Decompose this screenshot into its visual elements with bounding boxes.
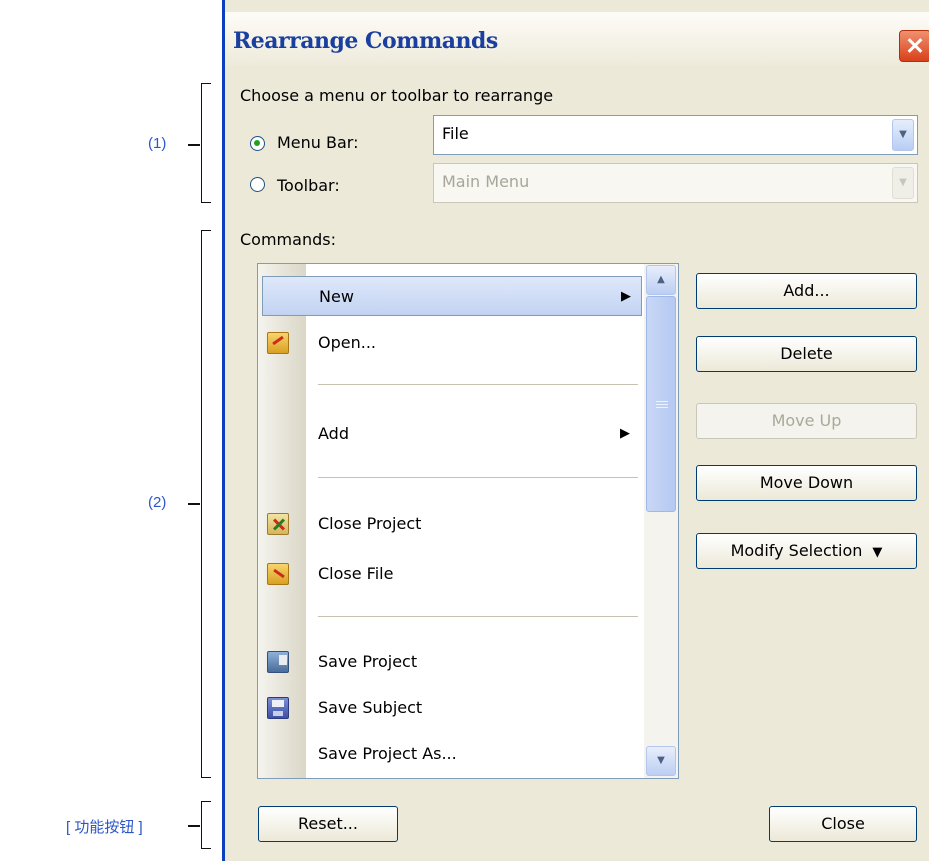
dropdown-arrow-icon: ▼ (872, 545, 883, 560)
list-item[interactable]: Save Subject (258, 688, 642, 728)
chevron-down-icon: ▼ (892, 167, 914, 199)
list-item-label: Close File (318, 564, 394, 583)
list-item-label: Open... (318, 333, 376, 352)
commands-list[interactable]: New ▶ Open... Add ▶ Close Project Close … (257, 263, 679, 779)
scroll-down-icon[interactable]: ▼ (646, 746, 676, 776)
rearrange-commands-dialog: Rearrange Commands Choose a menu or tool… (222, 0, 929, 861)
choose-menu-label: Choose a menu or toolbar to rearrange (240, 86, 554, 105)
list-item-label: Save Subject (318, 698, 423, 717)
separator (318, 616, 638, 617)
commands-scrollbar[interactable]: ▲ ▼ (644, 264, 678, 778)
list-item[interactable]: New ▶ (262, 276, 642, 316)
annotation-bracket-3 (201, 801, 211, 849)
list-item-label: Save Project (318, 652, 418, 671)
modify-selection-label: Modify Selection (730, 541, 863, 560)
move-up-button: Move Up (696, 403, 917, 439)
close-project-icon (267, 513, 289, 535)
toolbar-select-value: Main Menu (442, 172, 530, 191)
list-item-label: New (319, 287, 354, 306)
annotation-section-1: (1) (148, 135, 167, 152)
list-item[interactable]: Close File (258, 554, 642, 594)
separator (318, 384, 638, 385)
list-item[interactable]: Save Project As... (258, 734, 642, 774)
list-item[interactable]: Add ▶ (258, 414, 642, 454)
list-item-label: Add (318, 424, 349, 443)
annotation-function-buttons: [ 功能按钮 ] (66, 819, 143, 836)
list-item[interactable]: Open... (258, 323, 642, 363)
toolbar-radio[interactable] (250, 177, 265, 192)
submenu-arrow-icon: ▶ (620, 426, 630, 441)
annotation-tick-1 (188, 144, 200, 146)
close-icon[interactable] (899, 30, 929, 62)
reset-button[interactable]: Reset... (258, 806, 398, 842)
menu-bar-select[interactable]: File ▼ (433, 115, 918, 155)
modify-selection-button[interactable]: Modify Selection ▼ (696, 533, 917, 569)
separator (318, 477, 638, 478)
dialog-title: Rearrange Commands (233, 28, 498, 54)
annotation-tick-3 (188, 825, 200, 827)
open-folder-icon (267, 332, 289, 354)
chevron-down-icon[interactable]: ▼ (892, 119, 914, 151)
move-down-button[interactable]: Move Down (696, 465, 917, 501)
list-item[interactable]: Save Project (258, 642, 642, 682)
scroll-up-icon[interactable]: ▲ (646, 265, 676, 295)
scrollbar-thumb[interactable] (646, 296, 676, 512)
annotation-bracket-2 (201, 230, 211, 778)
title-bar[interactable]: Rearrange Commands (225, 12, 929, 66)
annotation-bracket-1 (201, 83, 211, 203)
close-file-icon (267, 563, 289, 585)
floppy-disk-icon (267, 697, 289, 719)
toolbar-label[interactable]: Toolbar: (277, 176, 340, 195)
add-button[interactable]: Add... (696, 273, 917, 309)
menu-bar-label[interactable]: Menu Bar: (277, 133, 358, 152)
annotation-tick-2 (188, 503, 200, 505)
menu-bar-select-value: File (442, 124, 469, 143)
list-item[interactable]: Close Project (258, 504, 642, 544)
annotation-section-2: (2) (148, 494, 167, 511)
list-item-label: Close Project (318, 514, 422, 533)
submenu-arrow-icon: ▶ (621, 289, 631, 304)
delete-button[interactable]: Delete (696, 336, 917, 372)
commands-label: Commands: (240, 230, 336, 249)
toolbar-select: Main Menu ▼ (433, 163, 918, 203)
list-item-label: Save Project As... (318, 744, 457, 763)
close-button[interactable]: Close (769, 806, 917, 842)
save-project-icon (267, 651, 289, 673)
menu-bar-radio[interactable] (250, 136, 265, 151)
